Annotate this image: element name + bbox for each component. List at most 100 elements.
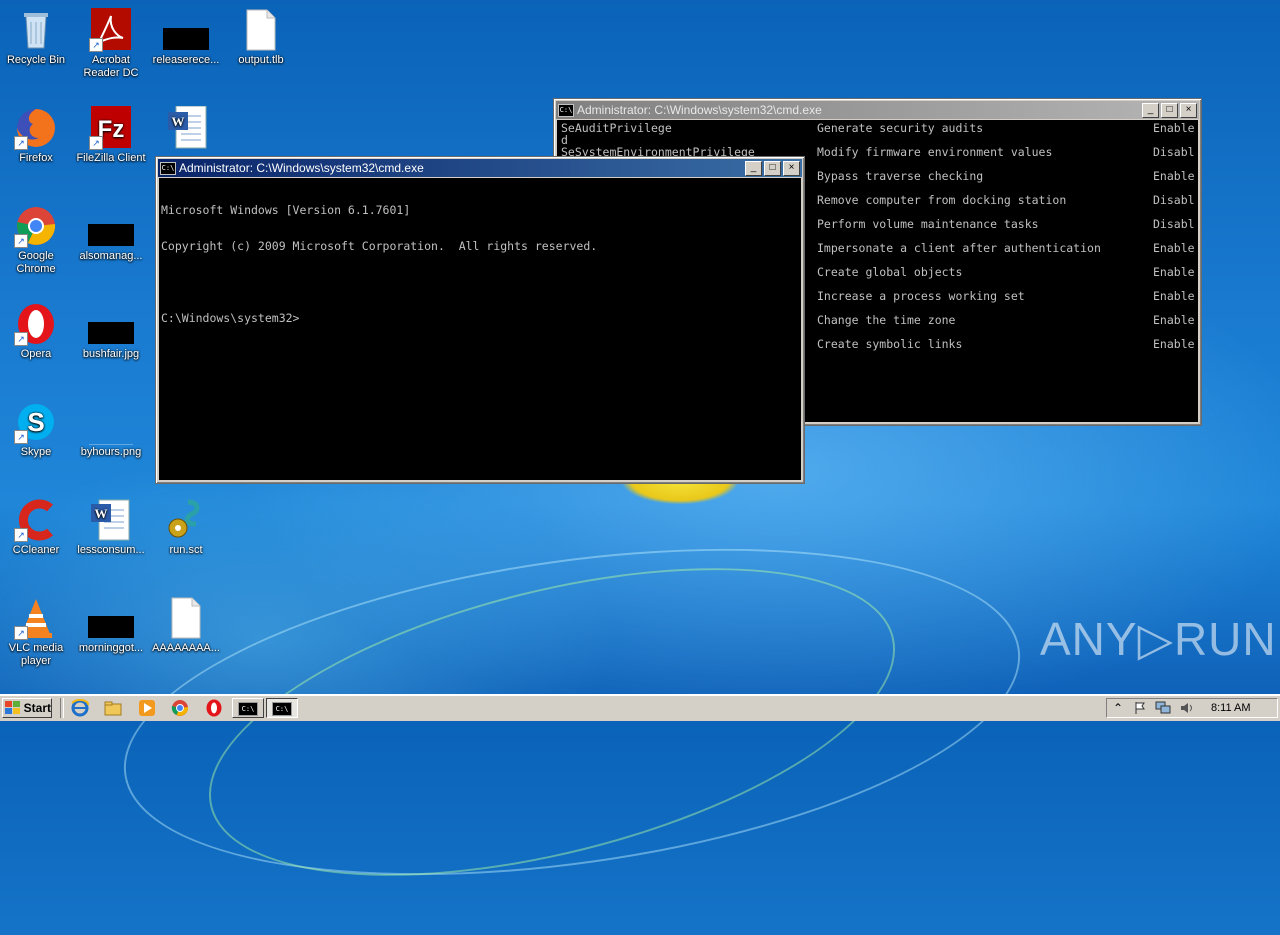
title-bar[interactable]: C:\ Administrator: C:\Windows\system32\c… [556, 101, 1199, 119]
desktop-icon-byhours[interactable]: byhours.png [73, 400, 149, 459]
desktop-icon-label: morninggot... [78, 642, 144, 654]
shortcut-arrow-icon: ↗ [89, 38, 103, 52]
title-bar[interactable]: C:\ Administrator: C:\Windows\system32\c… [158, 159, 802, 177]
taskbar-cmd-button-active[interactable]: C:\ [266, 698, 298, 718]
desktop-icon-label: Opera [20, 348, 52, 360]
svg-text:S: S [27, 407, 44, 437]
desktop-icon-label: CCleaner [12, 544, 60, 556]
network-icon[interactable] [1155, 701, 1171, 715]
svg-text:W: W [172, 114, 185, 129]
taskbar-cmd-button[interactable]: C:\ [232, 698, 264, 718]
desktop-icon-aaaaaaaa[interactable]: AAAAAAAA... [148, 596, 224, 655]
word-doc-icon: W [89, 498, 133, 542]
desktop-icon-firefox[interactable]: ↗ Firefox [0, 106, 74, 165]
watermark: ANY▷RUN [1040, 613, 1277, 665]
privilege-description: Perform volume maintenance tasks [817, 217, 1039, 231]
privilege-state: Enable [1153, 241, 1195, 255]
privilege-state: Disabl [1153, 193, 1195, 207]
recycle-bin-icon [14, 8, 58, 52]
minimize-button[interactable]: _ [1142, 102, 1159, 118]
privilege-state: Enable [1153, 337, 1195, 351]
desktop-icon-releaserece[interactable]: releaserece... [148, 8, 224, 67]
file-icon [239, 8, 283, 52]
desktop-icon-label: FileZilla Client [76, 152, 146, 164]
desktop-icon-acrobat[interactable]: ↗ Acrobat Reader DC [73, 8, 149, 80]
privilege-state: Disabl [1153, 145, 1195, 159]
privilege-state: Enable [1153, 265, 1195, 279]
privilege-description: Remove computer from docking station [817, 193, 1067, 207]
desktop-icon-ccleaner[interactable]: ↗ CCleaner [0, 498, 74, 557]
explorer-icon[interactable] [104, 699, 122, 717]
console-line: Copyright (c) 2009 Microsoft Corporation… [161, 239, 598, 253]
desktop-icon-label: Skype [20, 446, 52, 458]
media-player-icon[interactable] [138, 699, 156, 717]
privilege-description: Bypass traverse checking [817, 169, 984, 183]
black-thumbnail-icon [88, 596, 134, 640]
image-thumbnail-icon [89, 400, 133, 445]
script-icon [164, 498, 208, 542]
desktop-icon-bushfair[interactable]: bushfair.jpg [73, 302, 149, 361]
desktop-icon-label: VLC media player [8, 642, 64, 667]
cmd-icon: C:\ [272, 702, 292, 716]
desktop-icon-label: Recycle Bin [6, 54, 66, 66]
window-title: Administrator: C:\Windows\system32\cmd.e… [577, 103, 822, 117]
skype-icon: S ↗ [14, 400, 58, 444]
desktop-icon-label: byhours.png [80, 446, 142, 458]
shortcut-arrow-icon: ↗ [14, 332, 28, 346]
desktop-icon-label: Acrobat Reader DC [83, 54, 139, 79]
desktop-icon-filezilla[interactable]: Fz ↗ FileZilla Client [73, 106, 149, 165]
vlc-icon: ↗ [14, 596, 58, 640]
filezilla-icon: Fz ↗ [89, 106, 133, 150]
ccleaner-icon: ↗ [14, 498, 58, 542]
file-icon [164, 596, 208, 640]
shortcut-arrow-icon: ↗ [14, 528, 28, 542]
shortcut-arrow-icon: ↗ [14, 234, 28, 248]
desktop-icon-chrome[interactable]: ↗ Google Chrome [0, 204, 74, 276]
privilege-state: Enable [1153, 169, 1195, 183]
clock[interactable]: 8:11 AM [1211, 702, 1251, 714]
privilege-description: Create symbolic links [817, 337, 963, 351]
console-output[interactable]: Microsoft Windows [Version 6.1.7601] Cop… [159, 178, 801, 480]
desktop-icon-lessconsum[interactable]: W lessconsum... [73, 498, 149, 557]
command-prompt[interactable]: C:\Windows\system32> [161, 312, 801, 324]
desktop-icon-opera[interactable]: ↗ Opera [0, 302, 74, 361]
close-button[interactable]: × [1180, 102, 1197, 118]
desktop-icon-output-tlb[interactable]: output.tlb [223, 8, 299, 67]
desktop-icon-label: run.sct [169, 544, 203, 556]
close-button[interactable]: × [783, 160, 800, 176]
window-title: Administrator: C:\Windows\system32\cmd.e… [179, 161, 424, 175]
privilege-description: Generate security audits [817, 121, 984, 135]
desktop-icon-label: AAAAAAAA... [152, 642, 220, 654]
desktop-icon-recycle-bin[interactable]: Recycle Bin [0, 8, 74, 67]
black-thumbnail-icon [88, 204, 134, 248]
console-line: Microsoft Windows [Version 6.1.7601] [161, 203, 411, 217]
minimize-button[interactable]: _ [745, 160, 762, 176]
cmd-icon: C:\ [238, 702, 258, 716]
privilege-name: SeAuditPrivilege [561, 121, 672, 135]
desktop-icon-skype[interactable]: S ↗ Skype [0, 400, 74, 459]
chrome-icon[interactable] [171, 699, 189, 717]
shortcut-arrow-icon: ↗ [14, 626, 28, 640]
opera-icon[interactable] [205, 699, 223, 717]
ie-icon[interactable] [71, 698, 89, 717]
volume-icon[interactable] [1179, 701, 1195, 715]
maximize-button[interactable]: □ [1161, 102, 1178, 118]
flag-icon[interactable] [1133, 701, 1147, 715]
desktop-icon-run-sct[interactable]: run.sct [148, 498, 224, 557]
desktop-icon-word-doc[interactable]: W [148, 105, 224, 152]
shortcut-arrow-icon: ↗ [89, 136, 103, 150]
acrobat-icon: ↗ [89, 8, 133, 52]
desktop-icon-label: output.tlb [238, 54, 284, 66]
desktop-icon-morninggot[interactable]: morninggot... [73, 596, 149, 655]
firefox-icon: ↗ [14, 106, 58, 150]
start-label: Start [23, 701, 51, 715]
desktop-icon-alsomanag[interactable]: alsomanag... [73, 204, 149, 263]
start-button[interactable]: Start [2, 698, 52, 718]
tray-expand-icon[interactable]: ⌃ [1113, 701, 1123, 715]
desktop-icon-vlc[interactable]: ↗ VLC media player [0, 596, 74, 668]
cmd-window-front[interactable]: C:\ Administrator: C:\Windows\system32\c… [155, 156, 805, 484]
privilege-description: Impersonate a client after authenticatio… [817, 241, 1101, 255]
privilege-description: Modify firmware environment values [817, 145, 1053, 159]
maximize-button[interactable]: □ [764, 160, 781, 176]
